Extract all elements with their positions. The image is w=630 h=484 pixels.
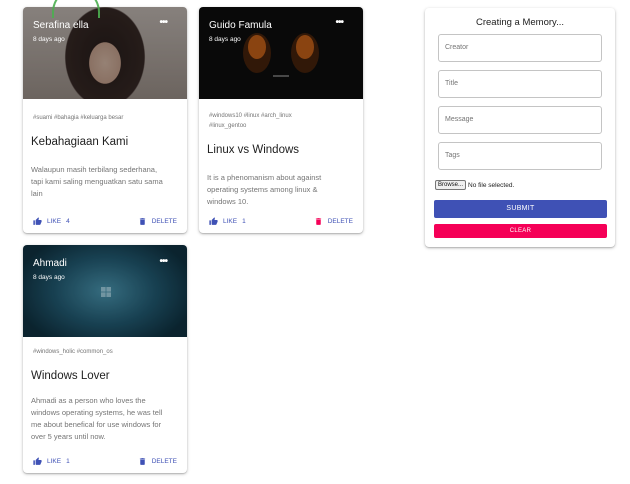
thumb-up-icon [33, 217, 42, 225]
post-card: Serafina ella 8 days ago ••• #suami #bah… [23, 7, 187, 233]
delete-button[interactable]: DELETE [314, 217, 353, 226]
browse-button[interactable]: Browse... [435, 180, 467, 190]
post-time: 8 days ago [33, 36, 65, 43]
post-message: Walaupun masih terbilang sederhana, tapi… [31, 165, 163, 198]
submit-button[interactable]: SUBMIT [434, 200, 607, 218]
post-tags: #windows10 #linux #arch_linux #linux_gen… [209, 113, 292, 129]
post-card: Guido Famula 8 days ago ••• #windows10 #… [199, 7, 363, 233]
post-message: Ahmadi as a person who loves the windows… [31, 396, 163, 441]
trash-icon [139, 218, 145, 225]
title-field[interactable]: Title [438, 70, 602, 98]
post-title: Linux vs Windows [207, 144, 300, 156]
post-image: Serafina ella 8 days ago ••• [23, 7, 187, 99]
like-count: 1 [242, 218, 246, 225]
tags-field[interactable]: Tags [438, 142, 602, 170]
like-count: 4 [66, 218, 70, 225]
file-input: Browse... No file selected. [435, 180, 514, 190]
post-time: 8 days ago [209, 36, 241, 43]
delete-button[interactable]: DELETE [138, 217, 177, 226]
message-field[interactable]: Message [438, 106, 602, 134]
creator-field[interactable]: Creator [438, 34, 602, 62]
more-options-icon[interactable]: ••• [159, 256, 167, 267]
file-status: No file selected. [468, 181, 515, 189]
like-count: 1 [66, 458, 70, 465]
post-creator: Guido Famula [209, 20, 272, 31]
post-image: Guido Famula 8 days ago ••• [199, 7, 363, 99]
loading-spinner [52, 0, 100, 18]
post-image: Ahmadi 8 days ago ••• [23, 245, 187, 337]
like-button[interactable]: LIKE 1 [209, 217, 246, 226]
thumb-up-icon [33, 457, 42, 465]
post-creator: Ahmadi [33, 258, 67, 269]
more-options-icon[interactable]: ••• [335, 17, 343, 28]
clear-button[interactable]: CLEAR [434, 224, 607, 238]
post-message: It is a phenomanism about against operat… [207, 173, 322, 206]
post-title: Windows Lover [31, 370, 110, 382]
trash-icon [315, 218, 321, 225]
trash-icon [139, 458, 145, 465]
form-title: Creating a Memory... [476, 17, 564, 28]
create-memory-form: Creating a Memory... Creator Title Messa… [425, 8, 615, 247]
post-time: 8 days ago [33, 274, 65, 281]
more-options-icon[interactable]: ••• [159, 17, 167, 28]
post-tags: #windows_holic #common_os [33, 349, 113, 355]
thumb-up-icon [209, 217, 218, 225]
post-title: Kebahagiaan Kami [31, 136, 129, 148]
like-button[interactable]: LIKE 1 [33, 457, 70, 466]
memories-app: Serafina ella 8 days ago ••• #suami #bah… [0, 0, 630, 484]
post-creator: Serafina ella [33, 20, 89, 31]
post-tags: #suami #bahagia #keluarga besar [33, 115, 124, 121]
delete-button[interactable]: DELETE [138, 457, 177, 466]
like-button[interactable]: LIKE 4 [33, 217, 70, 226]
post-card: Ahmadi 8 days ago ••• #windows_holic #co… [23, 245, 187, 473]
